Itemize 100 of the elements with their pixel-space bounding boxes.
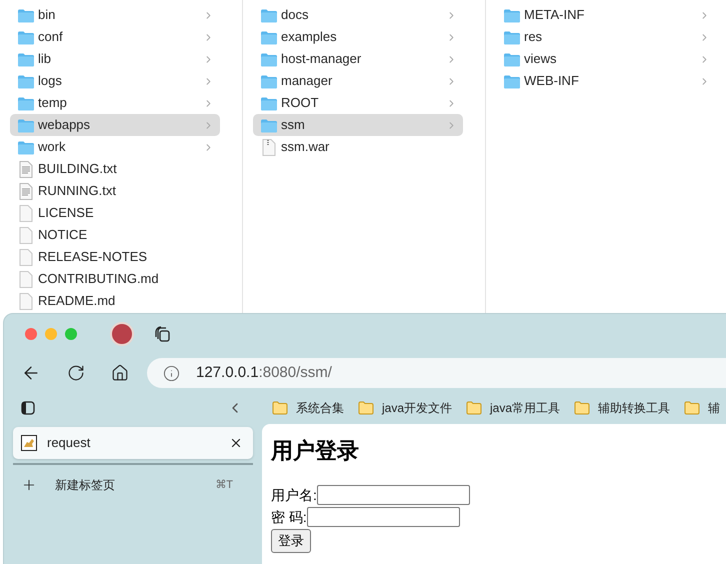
file-row[interactable]: docs [253, 4, 463, 26]
file-name: ROOT [281, 94, 320, 112]
field-label: 用户名: [271, 486, 317, 504]
bookmark-item[interactable]: java开发文件 [358, 399, 452, 417]
collections-icon[interactable] [154, 326, 171, 342]
folder-icon [17, 140, 35, 154]
folder-icon [260, 30, 278, 44]
file-row[interactable]: ssm [253, 114, 463, 136]
file-name: META-INF [524, 6, 586, 24]
file-row[interactable]: bin [10, 4, 220, 26]
file-name: ssm [281, 116, 306, 134]
file-row[interactable]: ROOT [253, 92, 463, 114]
archive-file-icon [262, 138, 276, 156]
file-icon [19, 248, 33, 266]
file-row[interactable]: ssm.war [253, 136, 463, 158]
file-row[interactable]: BUILDING.txt [10, 158, 220, 180]
bookmark-item[interactable]: 辅 [684, 399, 720, 417]
file-row[interactable]: CONTRIBUTING.md [10, 268, 220, 290]
folder-icon [260, 96, 278, 110]
folder-icon [17, 74, 35, 88]
page-heading: 用户登录 [271, 437, 360, 465]
bookmark-item[interactable]: 辅助转换工具 [574, 399, 670, 417]
file-row[interactable]: work [10, 136, 220, 158]
info-icon [163, 364, 180, 382]
folder-icon [503, 52, 521, 66]
folder-icon [17, 96, 35, 110]
bookmark-item[interactable]: 系统合集 [272, 399, 344, 417]
folder-icon [466, 401, 482, 415]
file-row[interactable]: lib [10, 48, 220, 70]
text-file-icon [19, 160, 33, 178]
shortcut-text: ⌘T [215, 478, 233, 493]
file-name: res [524, 28, 544, 46]
file-name: RUNNING.txt [38, 182, 117, 200]
file-name: examples [281, 28, 338, 46]
new-tab-item[interactable]: 新建标签页 ⌘T [13, 467, 253, 503]
file-row[interactable]: examples [253, 26, 463, 48]
file-row[interactable]: logs [10, 70, 220, 92]
home-button[interactable] [111, 364, 129, 382]
file-row[interactable]: LICENSE [10, 202, 220, 224]
sidebar-tab[interactable]: request [13, 427, 253, 459]
file-row[interactable]: conf [10, 26, 220, 48]
folder-icon [260, 52, 278, 66]
file-row[interactable]: NOTICE [10, 224, 220, 246]
file-row[interactable]: README.md [10, 290, 220, 312]
file-row[interactable]: webapps [10, 114, 220, 136]
file-row[interactable]: manager [253, 70, 463, 92]
file-name: WEB-INF [524, 72, 580, 90]
file-name: views [524, 50, 558, 68]
file-row[interactable]: views [496, 48, 716, 70]
folder-icon [17, 118, 35, 132]
plus-icon [21, 477, 37, 493]
bookmark-item[interactable]: java常用工具 [466, 399, 560, 417]
folder-icon [260, 74, 278, 88]
folder-icon [272, 401, 288, 415]
login-button[interactable]: 登录 [271, 529, 311, 553]
folder-icon [503, 8, 521, 22]
file-name: docs [281, 6, 310, 24]
file-icon [19, 226, 33, 244]
address-field[interactable]: 127.0.0.1:8080/ssm/ [147, 358, 726, 388]
file-name: CONTRIBUTING.md [38, 270, 160, 288]
new-tab-label: 新建标签页 [55, 477, 116, 494]
avatar[interactable] [110, 322, 134, 346]
folder-icon [684, 401, 700, 415]
input-field[interactable] [306, 507, 460, 527]
file-name: host-manager [281, 50, 362, 68]
file-row[interactable]: META-INF [496, 4, 716, 26]
url-text: 127.0.0.1:8080/ssm/ [196, 362, 332, 383]
file-name: NOTICE [38, 226, 88, 244]
folder-icon [17, 8, 35, 22]
file-row[interactable]: host-manager [253, 48, 463, 70]
file-row[interactable]: res [496, 26, 716, 48]
file-name: ssm.war [281, 138, 330, 156]
field-label: 密 码: [271, 508, 307, 526]
file-name: webapps [38, 116, 92, 134]
tab-title: request [47, 434, 92, 452]
file-row[interactable]: WEB-INF [496, 70, 716, 92]
reload-button[interactable] [67, 364, 85, 382]
file-row[interactable]: RELEASE-NOTES [10, 246, 220, 268]
folder-icon [503, 74, 521, 88]
folder-icon [574, 401, 590, 415]
file-name: lib [38, 50, 52, 68]
file-icon [19, 204, 33, 222]
folder-icon [17, 30, 35, 44]
file-row[interactable]: temp [10, 92, 220, 114]
close-tab-icon[interactable] [229, 436, 243, 450]
folder-icon [358, 401, 374, 415]
file-name: conf [38, 28, 64, 46]
input-field[interactable] [316, 485, 470, 505]
file-name: manager [281, 72, 334, 90]
file-icon [19, 292, 33, 310]
folder-icon [260, 8, 278, 22]
file-name: work [38, 138, 66, 156]
folder-icon [17, 52, 35, 66]
file-name: RELEASE-NOTES [38, 248, 148, 266]
file-name: bin [38, 6, 56, 24]
sidebar-icon[interactable] [21, 401, 35, 415]
text-file-icon [19, 182, 33, 200]
file-name: logs [38, 72, 63, 90]
file-row[interactable]: RUNNING.txt [10, 180, 220, 202]
folder-icon [503, 30, 521, 44]
